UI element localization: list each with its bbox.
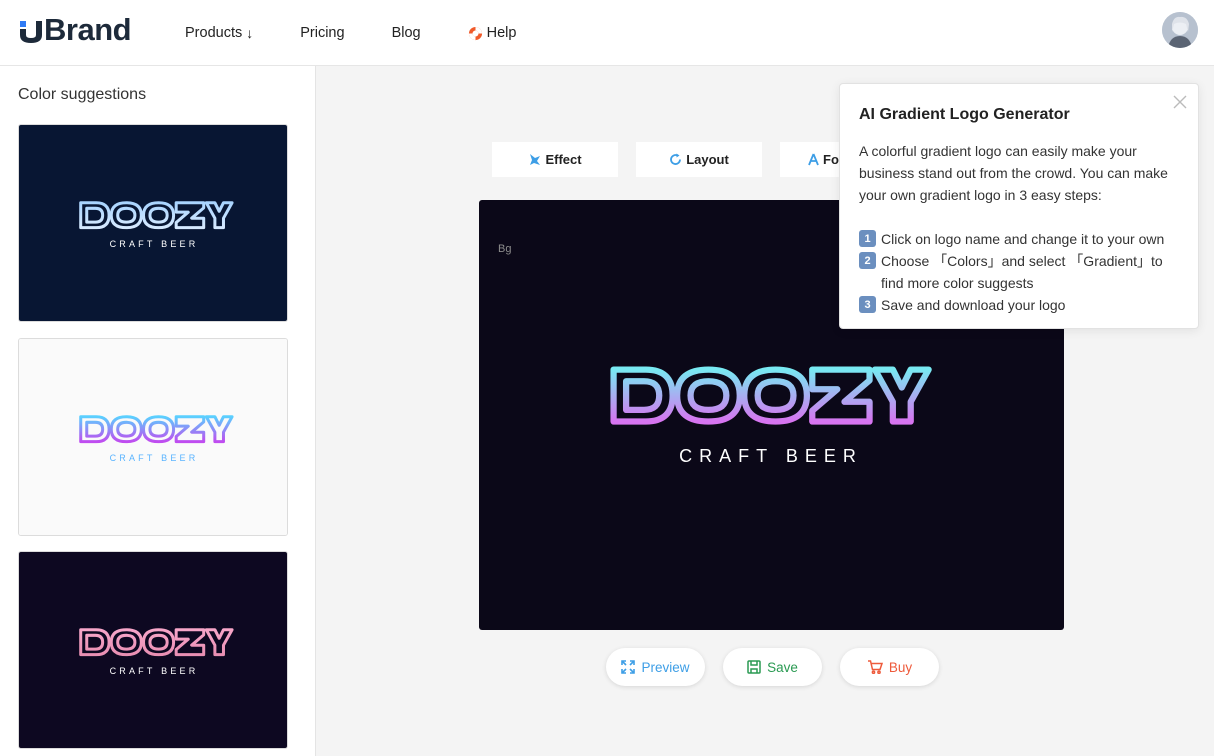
- gradient-info-popup: AI Gradient Logo Generator A colorful gr…: [839, 83, 1199, 329]
- preview-button[interactable]: Preview: [606, 648, 705, 686]
- suggestion-card-3[interactable]: CRAFT BEER: [18, 551, 288, 749]
- nav-help[interactable]: Help: [468, 25, 517, 41]
- effect-button[interactable]: Effect: [492, 142, 618, 177]
- nav-products-label: Products: [185, 25, 243, 41]
- suggestion-tagline-3: CRAFT BEER: [110, 666, 199, 676]
- brand-u-icon: [20, 17, 42, 43]
- brand-name: Brand: [44, 12, 132, 47]
- main-nav: Products ↓ Pricing Blog Help: [185, 0, 563, 66]
- floppy-icon: [747, 660, 761, 674]
- cart-icon: [867, 660, 883, 674]
- color-suggestions-panel: Color suggestions CRAFT BEER CRAFT BEER …: [0, 66, 316, 756]
- step-number-1: 1: [859, 230, 876, 247]
- expand-icon: [621, 660, 636, 674]
- nav-products[interactable]: Products ↓: [185, 25, 253, 41]
- close-icon[interactable]: [1173, 95, 1187, 109]
- font-icon: [808, 153, 819, 166]
- suggestion-card-2[interactable]: CRAFT BEER: [18, 338, 288, 536]
- nav-blog-label: Blog: [391, 25, 421, 41]
- save-button[interactable]: Save: [723, 648, 822, 686]
- effect-label: Effect: [545, 152, 582, 167]
- layout-button[interactable]: Layout: [636, 142, 762, 177]
- top-header: Brand Products ↓ Pricing Blog Help: [0, 0, 1214, 66]
- step-number-3: 3: [859, 296, 876, 313]
- popup-step-1: 1 Click on logo name and change it to yo…: [859, 228, 1178, 250]
- suggestion-tagline-1: CRAFT BEER: [110, 239, 199, 249]
- preview-label: Preview: [641, 659, 690, 675]
- step-text-1: Click on logo name and change it to your…: [881, 231, 1165, 247]
- lifebuoy-icon: [468, 26, 482, 40]
- font-label: Fo: [823, 152, 839, 167]
- nav-help-label: Help: [486, 25, 517, 41]
- refresh-icon: [669, 153, 682, 166]
- save-label: Save: [767, 659, 798, 675]
- main-logo-tagline[interactable]: CRAFT BEER: [679, 446, 863, 466]
- popup-title: AI Gradient Logo Generator: [859, 106, 1070, 123]
- buy-label: Buy: [888, 659, 913, 675]
- arrow-down-icon: ↓: [246, 25, 254, 41]
- nav-pricing[interactable]: Pricing: [300, 25, 344, 41]
- popup-body: A colorful gradient logo can easily make…: [859, 143, 1168, 203]
- layout-label: Layout: [686, 152, 729, 167]
- step-number-2: 2: [859, 252, 876, 269]
- popup-step-2: 2 Choose 「Colors」and select 「Gradient」to…: [859, 250, 1178, 294]
- suggestion-tagline-2: CRAFT BEER: [110, 453, 199, 463]
- font-button[interactable]: Fo: [780, 142, 840, 177]
- sparkle-icon: [528, 153, 541, 166]
- suggestion-card-1[interactable]: CRAFT BEER: [18, 124, 288, 322]
- buy-button[interactable]: Buy: [840, 648, 939, 686]
- nav-blog[interactable]: Blog: [392, 25, 421, 41]
- brand-logo[interactable]: Brand: [20, 12, 132, 48]
- main-logo-text[interactable]: [610, 366, 932, 425]
- sidebar-title: Color suggestions: [18, 86, 147, 103]
- nav-pricing-label: Pricing: [300, 25, 345, 41]
- step-text-3: Save and download your logo: [881, 297, 1066, 313]
- step-text-2: Choose 「Colors」and select 「Gradient」to f…: [881, 253, 1163, 291]
- user-avatar[interactable]: [1162, 12, 1198, 48]
- popup-step-3: 3 Save and download your logo: [859, 294, 1178, 316]
